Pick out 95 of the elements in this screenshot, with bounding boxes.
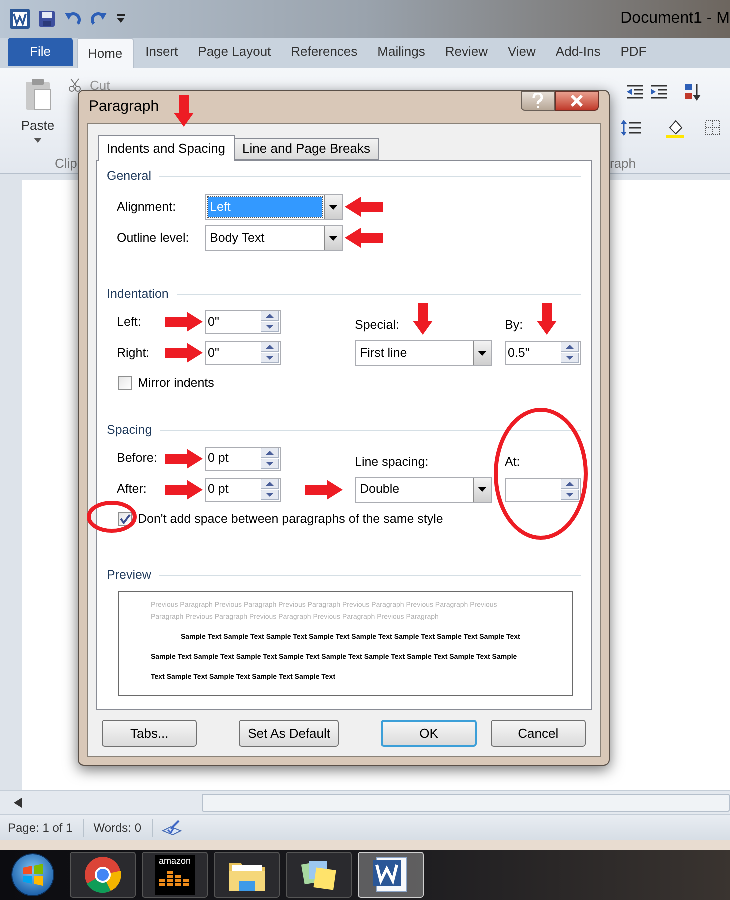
ribbon-tab[interactable]: Mailings [370,38,434,66]
dialog-button[interactable]: OK [381,720,477,747]
field-label: At: [505,454,520,471]
spin-down-icon[interactable] [561,490,579,500]
field-label: Mirror indents [138,375,214,392]
field-label: Don't add space between paragraphs of the same style [138,510,444,528]
help-icon [532,93,544,109]
customize-toolbar-icon[interactable] [116,13,126,25]
window-title: Document1 - M [620,9,730,29]
number-field[interactable]: 0" [205,310,281,334]
field-label: By: [505,317,524,334]
field-label: Line spacing: [355,454,429,471]
dropdown[interactable]: Double [355,476,492,503]
group-label: Clip [55,155,78,173]
close-icon [570,95,584,107]
taskbar-button[interactable] [214,852,280,898]
scroll-left-icon[interactable] [14,798,22,808]
number-field[interactable]: 0 pt [205,478,281,502]
ribbon-tab[interactable]: View [500,38,544,66]
caret-icon [34,138,42,142]
dialog-button[interactable]: Tabs... [102,720,198,747]
field-label: After: [117,481,148,498]
number-field[interactable]: 0.5" [505,341,581,365]
number-field[interactable]: 0 pt [205,446,281,471]
checkbox[interactable] [118,512,132,526]
app-logo-icon[interactable] [10,9,30,29]
ribbon-tab[interactable]: Home [76,38,134,68]
spin-up-icon[interactable] [561,478,579,489]
ribbon-tab[interactable]: Add-Ins [548,38,609,66]
line-spacing-icon[interactable] [620,120,642,136]
status-text: Page: 1 of 1 [8,818,84,836]
increase-indent-icon[interactable] [650,84,668,100]
spin-up-icon[interactable] [261,311,279,321]
status-text: Words: 0 [84,818,153,836]
ribbon-tab[interactable]: Insert [138,38,186,66]
sort-icon[interactable] [684,82,702,102]
ribbon-tab[interactable]: Review [437,38,496,66]
start-button[interactable] [10,852,56,898]
spin-down-icon[interactable] [261,353,279,363]
redo-icon[interactable] [90,10,108,28]
dropdown[interactable]: First line [355,340,492,366]
taskbar-button[interactable] [70,852,136,898]
field-label: Alignment: [117,198,178,216]
dialog-button[interactable]: Cancel [490,720,586,747]
decrease-indent-icon[interactable] [626,84,644,100]
close-button[interactable] [555,91,599,111]
spin-down-icon[interactable] [261,458,279,469]
dialog-title: Paragraph [88,96,160,117]
dropdown[interactable]: Body Text [205,225,343,251]
scrollbar-thumb[interactable] [202,794,730,812]
spin-up-icon[interactable] [261,478,279,489]
section-heading: Preview [107,567,152,584]
spin-down-icon[interactable] [261,490,279,500]
help-button[interactable] [521,91,555,111]
spin-up-icon[interactable] [261,448,279,458]
clipboard-icon [23,78,53,112]
check-icon [120,514,130,524]
shading-icon[interactable] [665,118,685,138]
spin-down-icon[interactable] [561,353,579,363]
chrome-icon [84,856,122,894]
section-heading: Indentation [107,286,169,303]
field-label: Outline level: [117,230,190,247]
checkbox[interactable] [118,376,132,390]
caret-icon [329,236,338,240]
dialog-tab[interactable]: Line and Page Breaks [234,138,380,160]
taskbar-button[interactable] [286,852,352,898]
scissors-icon[interactable] [68,78,82,92]
caret-icon [329,204,338,210]
dialog-button[interactable]: Set As Default [239,720,340,747]
caret-icon [478,487,487,492]
spin-down-icon[interactable] [261,322,279,332]
section-heading: Spacing [107,422,152,440]
number-field[interactable]: 0" [205,341,281,365]
field-label: Left: [117,314,142,331]
music-app-icon: amazon [155,855,195,895]
field-label: Right: [117,344,151,362]
borders-icon[interactable] [705,120,721,136]
section-heading: General [107,168,152,185]
save-icon[interactable] [38,10,56,28]
field-label: Special: [355,317,400,334]
ribbon-tab[interactable]: References [283,38,366,66]
spin-up-icon[interactable] [561,342,579,352]
group-label: raph [610,155,636,173]
number-field[interactable] [505,478,581,502]
caret-icon [478,350,487,356]
field-label: Before: [117,450,158,468]
proofing-icon[interactable] [160,818,183,836]
ribbon-tab[interactable]: PDF [612,38,655,66]
undo-icon[interactable] [64,10,82,28]
dialog-tab[interactable]: Indents and Spacing [98,135,235,161]
ribbon-tab[interactable]: Page Layout [190,38,280,66]
paste-button[interactable]: Paste [18,78,58,142]
taskbar-button[interactable]: amazon [142,852,208,898]
spin-up-icon[interactable] [261,342,279,352]
ribbon-tab[interactable]: File [8,38,73,66]
